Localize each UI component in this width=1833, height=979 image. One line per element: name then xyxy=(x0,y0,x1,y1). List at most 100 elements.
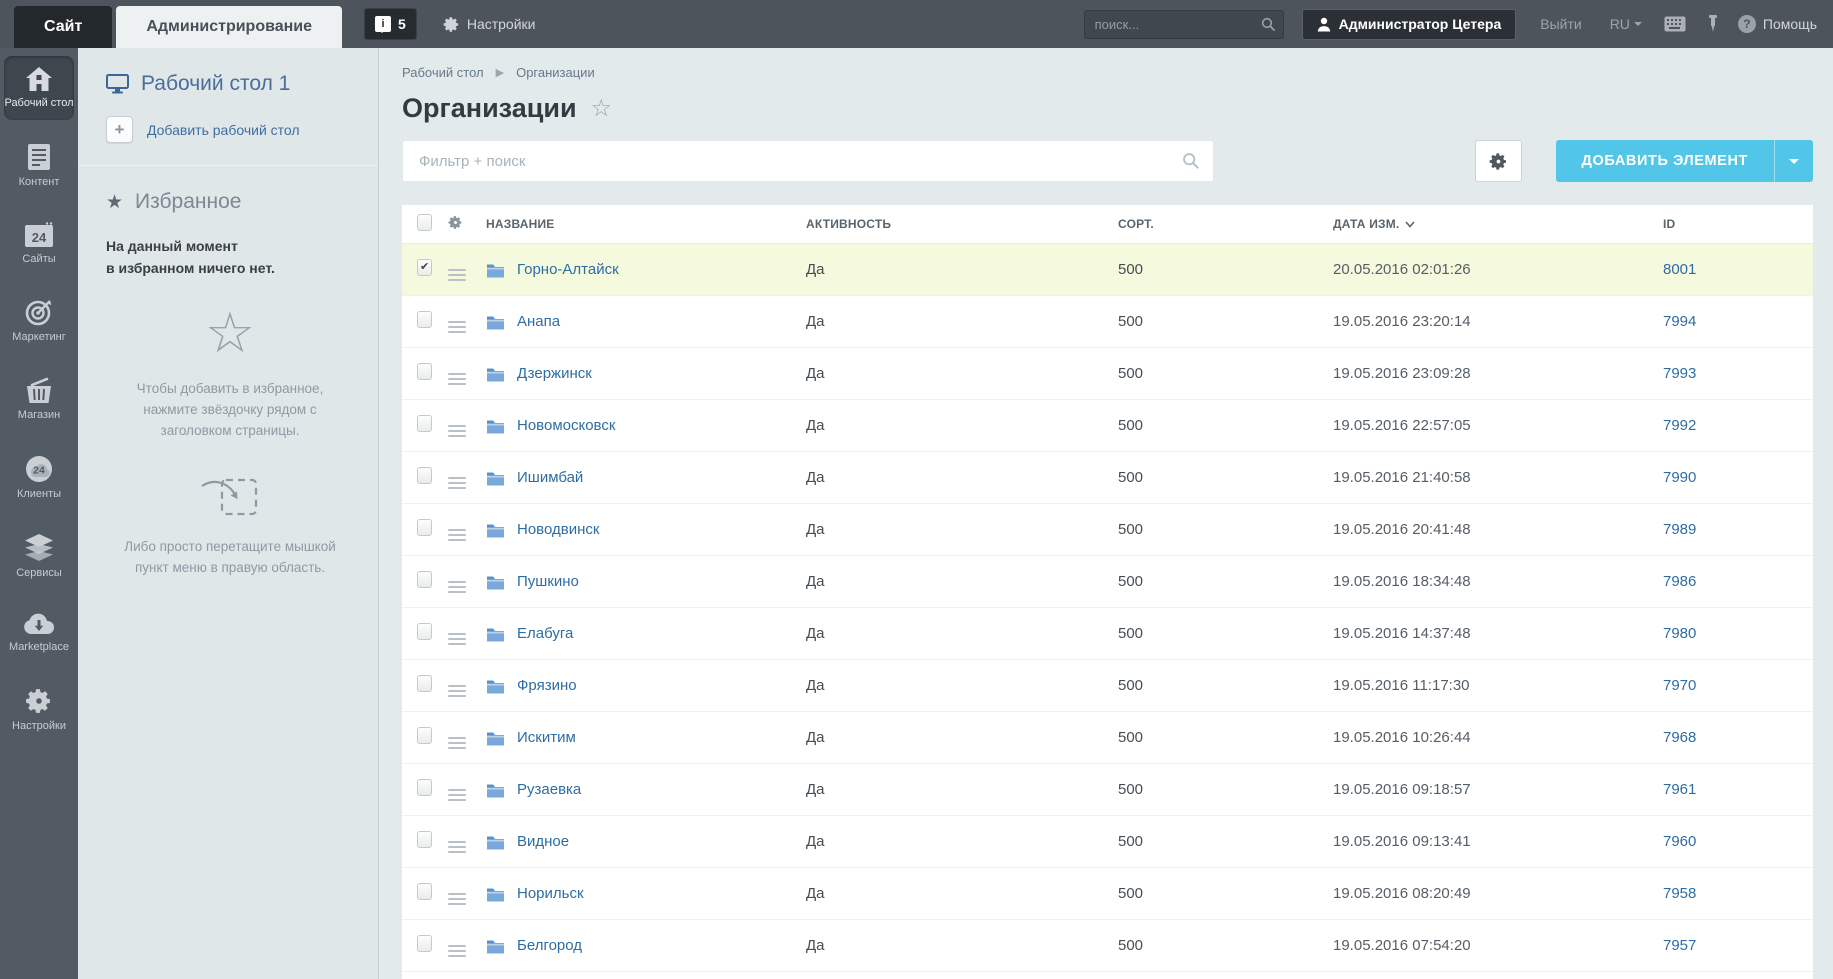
row-id-link[interactable]: 8001 xyxy=(1663,261,1696,278)
drag-handle-icon[interactable] xyxy=(448,425,466,437)
desktop-title[interactable]: Рабочий стол 1 xyxy=(106,72,358,96)
breadcrumb-organizations[interactable]: Организации xyxy=(516,65,595,80)
add-to-favorites-star-icon[interactable]: ☆ xyxy=(591,94,613,123)
row-name-link[interactable]: Белгород xyxy=(517,937,582,954)
drag-handle-icon[interactable] xyxy=(448,269,466,281)
row-name-link[interactable]: Елабуга xyxy=(517,625,573,642)
logout-link[interactable]: Выйти xyxy=(1540,16,1581,32)
column-header-name[interactable]: НАЗВАНИЕ xyxy=(486,217,806,231)
drag-handle-icon[interactable] xyxy=(448,477,466,489)
row-checkbox[interactable] xyxy=(417,518,432,536)
column-header-id[interactable]: ID xyxy=(1663,217,1813,231)
hotkeys-keyboard-button[interactable] xyxy=(1664,16,1686,32)
grid-settings-button[interactable] xyxy=(1474,140,1522,182)
drag-handle-icon[interactable] xyxy=(448,789,466,801)
sidebar-item-desktop[interactable]: Рабочий стол xyxy=(4,56,74,120)
tab-admin[interactable]: Администрирование xyxy=(116,6,343,48)
row-name-link[interactable]: Горно-Алтайск xyxy=(517,261,619,278)
row-id-link[interactable]: 7958 xyxy=(1663,885,1696,902)
row-id-link[interactable]: 7968 xyxy=(1663,729,1696,746)
gear-icon[interactable] xyxy=(448,215,463,230)
drag-handle-icon[interactable] xyxy=(448,321,466,333)
notifications-badge[interactable]: i 5 xyxy=(364,8,417,40)
breadcrumb-desktop[interactable]: Рабочий стол xyxy=(402,65,484,80)
row-id-link[interactable]: 7980 xyxy=(1663,625,1696,642)
row-name-link[interactable]: Пушкино xyxy=(517,573,579,590)
drag-handle-icon[interactable] xyxy=(448,529,466,541)
row-id-link[interactable]: 7986 xyxy=(1663,573,1696,590)
row-id-link[interactable]: 7992 xyxy=(1663,417,1696,434)
row-name-link[interactable]: Дзержинск xyxy=(517,365,592,382)
pin-panel-button[interactable] xyxy=(1708,15,1718,33)
drag-handle-icon[interactable] xyxy=(448,373,466,385)
plus-icon[interactable]: + xyxy=(106,116,133,143)
add-element-button[interactable]: ДОБАВИТЬ ЭЛЕМЕНТ xyxy=(1555,140,1813,182)
row-checkbox[interactable] xyxy=(417,622,432,640)
row-checkbox[interactable] xyxy=(417,778,432,796)
user-menu-button[interactable]: Администратор Цетера xyxy=(1301,8,1517,40)
row-id-link[interactable]: 7960 xyxy=(1663,833,1696,850)
add-element-dropdown[interactable] xyxy=(1775,154,1813,169)
row-sort-value: 500 xyxy=(1118,885,1144,902)
row-id-link[interactable]: 7993 xyxy=(1663,365,1696,382)
sidebar-item-marketplace[interactable]: Marketplace xyxy=(4,602,74,664)
sidebar-item-clients[interactable]: 24 Клиенты xyxy=(4,445,74,511)
column-header-sort[interactable]: СОРТ. xyxy=(1118,217,1333,231)
row-checkbox[interactable] xyxy=(417,830,432,848)
drag-handle-icon[interactable] xyxy=(448,737,466,749)
sidebar-item-content[interactable]: Контент xyxy=(4,133,74,199)
drag-handle-icon[interactable] xyxy=(448,633,466,645)
row-name-link[interactable]: Видное xyxy=(517,833,569,850)
row-checkbox[interactable] xyxy=(417,934,432,952)
row-name-link[interactable]: Искитим xyxy=(517,729,576,746)
help-button[interactable]: ? Помощь xyxy=(1737,15,1817,33)
tab-site[interactable]: Сайт xyxy=(14,6,113,48)
row-id-link[interactable]: 7961 xyxy=(1663,781,1696,798)
add-desktop-button[interactable]: + Добавить рабочий стол xyxy=(106,116,358,143)
row-id-link[interactable]: 7989 xyxy=(1663,521,1696,538)
row-checkbox[interactable] xyxy=(417,414,432,432)
row-id-link[interactable]: 7990 xyxy=(1663,469,1696,486)
drag-handle-icon[interactable] xyxy=(448,945,466,957)
filter-search-input[interactable] xyxy=(402,140,1214,182)
column-header-active[interactable]: АКТИВНОСТЬ xyxy=(806,217,1118,231)
row-checkbox[interactable] xyxy=(417,310,432,328)
row-checkbox[interactable] xyxy=(417,362,432,380)
table-row: Новомосковск Да 500 19.05.2016 22:57:05 … xyxy=(402,400,1813,452)
language-selector[interactable]: RU xyxy=(1610,16,1642,32)
sidebar-item-sites[interactable]: 24 Сайты xyxy=(4,212,74,276)
drag-handle-icon[interactable] xyxy=(448,685,466,697)
topbar-search-input[interactable] xyxy=(1083,9,1284,39)
drag-handle-icon[interactable] xyxy=(448,581,466,593)
drag-handle-icon[interactable] xyxy=(448,893,466,905)
sidebar-item-marketing[interactable]: Маркетинг xyxy=(4,288,74,354)
row-name-link[interactable]: Новомосковск xyxy=(517,417,615,434)
drag-to-area-icon xyxy=(201,479,258,516)
row-name-link[interactable]: Рузаевка xyxy=(517,781,581,798)
sidebar-item-services[interactable]: Сервисы xyxy=(4,524,74,590)
row-id-link[interactable]: 7957 xyxy=(1663,937,1696,954)
row-checkbox[interactable] xyxy=(417,570,432,588)
user-icon xyxy=(1317,17,1330,31)
row-name-link[interactable]: Ишимбай xyxy=(517,469,583,486)
row-checkbox[interactable] xyxy=(417,726,432,744)
row-active-value: Да xyxy=(806,365,825,382)
row-name-link[interactable]: Новодвинск xyxy=(517,521,599,538)
sidebar-item-settings[interactable]: Настройки xyxy=(4,677,74,743)
row-name-link[interactable]: Анапа xyxy=(517,313,560,330)
row-checkbox[interactable] xyxy=(417,882,432,900)
topbar-settings-button[interactable]: Настройки xyxy=(443,16,535,33)
row-checkbox[interactable] xyxy=(417,258,432,276)
row-checkbox[interactable] xyxy=(417,674,432,692)
row-id-link[interactable]: 7994 xyxy=(1663,313,1696,330)
row-name-link[interactable]: Норильск xyxy=(517,885,584,902)
column-header-modified[interactable]: ДАТА ИЗМ. xyxy=(1333,217,1663,231)
select-all-checkbox[interactable] xyxy=(417,214,432,231)
sidebar-item-shop[interactable]: Магазин xyxy=(4,367,74,432)
chevron-down-icon xyxy=(1633,22,1642,30)
drag-handle-icon[interactable] xyxy=(448,841,466,853)
row-checkbox[interactable] xyxy=(417,466,432,484)
row-name-link[interactable]: Фрязино xyxy=(517,677,577,694)
row-id-link[interactable]: 7970 xyxy=(1663,677,1696,694)
table-row: Горно-Алтайск Да 500 20.05.2016 02:01:26… xyxy=(402,244,1813,296)
